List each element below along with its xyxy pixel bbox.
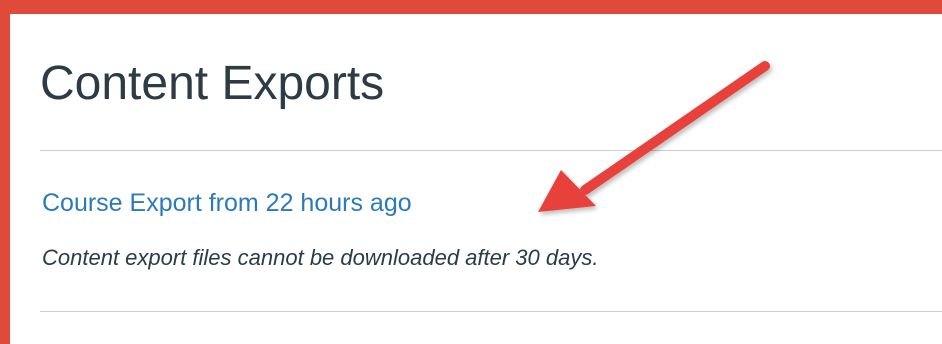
page-title: Content Exports <box>40 57 385 110</box>
course-export-link[interactable]: Course Export from 22 hours ago <box>42 188 412 218</box>
export-expiry-note: Content export files cannot be downloade… <box>42 245 599 270</box>
footer-divider <box>40 311 942 312</box>
header-divider <box>40 150 942 151</box>
